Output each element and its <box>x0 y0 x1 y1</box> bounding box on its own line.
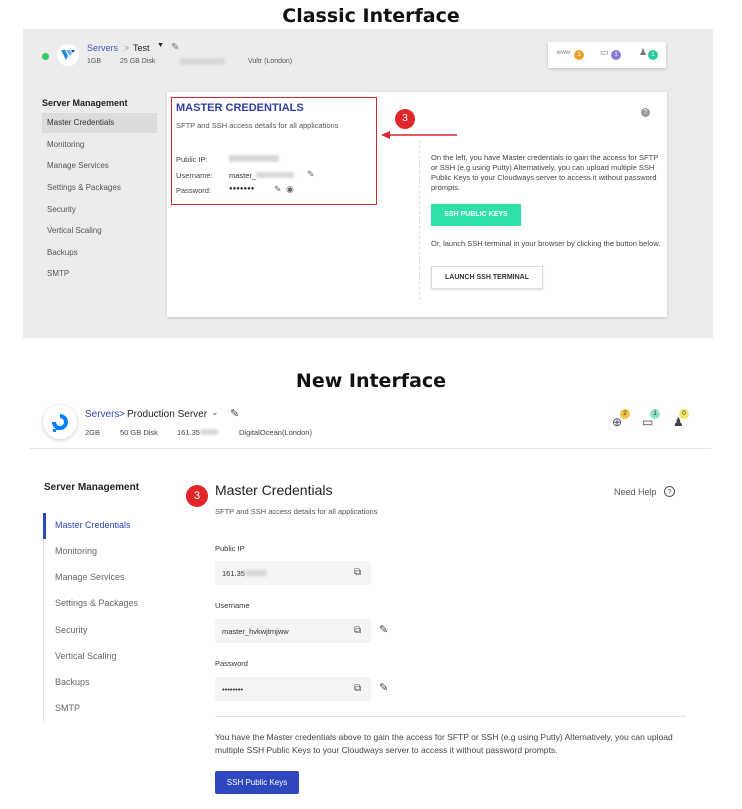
chevron-down-icon[interactable]: ⌄ <box>211 407 219 418</box>
terminal-description: Or, launch SSH terminal in your browser … <box>431 239 661 248</box>
sidebar-item-security[interactable]: Security <box>55 625 88 635</box>
panel-divider <box>215 716 686 717</box>
breadcrumb-servers[interactable]: Servers <box>87 43 118 53</box>
show-password-eye-icon[interactable]: ◉ <box>286 184 294 195</box>
server-ip: 161.35 <box>177 428 218 437</box>
username-label: Username: <box>176 171 213 180</box>
sidebar-item-settings-packages[interactable]: Settings & Packages <box>55 598 138 608</box>
sidebar-item-master-credentials[interactable]: Master Credentials <box>55 520 131 530</box>
edit-username-icon[interactable]: ✎ <box>307 169 315 180</box>
username-label: Username <box>215 601 250 610</box>
sidebar-item-vertical-scaling[interactable]: Vertical Scaling <box>42 221 157 241</box>
help-icon[interactable]: ? <box>641 108 650 117</box>
users-count-badge: 0 <box>679 409 689 419</box>
breadcrumb-separator: > <box>119 409 125 420</box>
classic-interface: Servers > Test ▼ ✎ 1GB 25 GB Disk Vultr … <box>23 29 713 338</box>
ssh-public-keys-button[interactable]: SSH Public Keys <box>215 771 299 794</box>
public-ip-label: Public IP: <box>176 155 208 164</box>
top-icons-bar: www 1 ▭ 1 ♟ 1 <box>548 42 666 68</box>
status-dot <box>42 53 49 60</box>
breadcrumb-servers[interactable]: Servers <box>85 409 119 420</box>
caret-down-icon[interactable]: ▼ <box>157 42 164 49</box>
sidebar-title: Server Management <box>44 482 140 493</box>
panel-subtitle: SFTP and SSH access details for all appl… <box>215 507 378 516</box>
apps-count-badge: 1 <box>574 50 584 60</box>
server-provider: Vultr (London) <box>248 58 293 65</box>
server-ram: 2GB <box>85 428 101 437</box>
credentials-description: You have the Master credentials above to… <box>215 732 673 755</box>
server-ip-blurred <box>180 58 225 67</box>
panel-title: Master Credentials <box>215 482 333 498</box>
sidebar-title: Server Management <box>42 98 128 108</box>
step-number-badge: 3 <box>395 109 415 129</box>
ssh-public-keys-button[interactable]: SSH PUBLIC KEYS <box>431 204 521 226</box>
apps-www-icon[interactable]: www <box>557 50 570 56</box>
new-section-title: New Interface <box>295 370 447 392</box>
edit-pencil-icon[interactable]: ✎ <box>171 42 179 53</box>
password-value: •••••••• <box>222 685 244 694</box>
password-value: ●●●●●●● <box>229 186 255 192</box>
username-value: master_hvkwjtmjww <box>222 627 289 636</box>
notifications-icon[interactable]: ▭ <box>600 47 609 58</box>
copy-public-ip-icon[interactable]: ⧉ <box>354 567 361 578</box>
sidebar-item-monitoring[interactable]: Monitoring <box>42 135 157 155</box>
credentials-panel: MASTER CREDENTIALS SFTP and SSH access d… <box>167 92 667 317</box>
copy-password-icon[interactable]: ⧉ <box>354 683 361 694</box>
sidebar-item-master-credentials[interactable]: Master Credentials <box>42 113 157 133</box>
apps-count-badge: 2 <box>620 409 630 419</box>
password-label: Password <box>215 659 248 668</box>
panel-title: MASTER CREDENTIALS <box>176 102 304 114</box>
sidebar-item-settings-packages[interactable]: Settings & Packages <box>42 178 157 198</box>
sidebar-item-smtp[interactable]: SMTP <box>42 264 157 284</box>
credentials-description: On the left, you have Master credentials… <box>431 153 659 192</box>
password-field[interactable]: •••••••• ⧉ <box>215 677 371 701</box>
server-provider: DigitalOcean(London) <box>239 428 312 437</box>
launch-ssh-terminal-button[interactable]: LAUNCH SSH TERMINAL <box>431 266 543 289</box>
sidebar-item-security[interactable]: Security <box>42 200 157 220</box>
edit-username-icon[interactable]: ✎ <box>379 623 388 636</box>
sidebar-rail <box>43 513 44 723</box>
server-name: Production Server <box>127 409 208 420</box>
digitalocean-logo-icon <box>43 405 77 439</box>
sidebar-item-manage-services[interactable]: Manage Services <box>55 572 125 582</box>
server-name: Test <box>133 43 150 53</box>
edit-password-icon[interactable]: ✎ <box>274 184 282 195</box>
server-ram: 1GB <box>87 58 102 65</box>
edit-password-icon[interactable]: ✎ <box>379 681 388 694</box>
files-count-badge: 1 <box>650 409 660 419</box>
public-ip-field[interactable]: 161.35 ⧉ <box>215 561 371 585</box>
step-number-badge: 3 <box>186 485 208 507</box>
username-field[interactable]: master_hvkwjtmjww ⧉ <box>215 619 371 643</box>
public-ip-blurred <box>229 155 279 164</box>
edit-pencil-icon[interactable]: ✎ <box>230 407 239 420</box>
public-ip-label: Public IP <box>215 544 245 553</box>
sidebar-item-monitoring[interactable]: Monitoring <box>55 546 97 556</box>
sidebar-item-vertical-scaling[interactable]: Vertical Scaling <box>55 651 117 661</box>
header-divider <box>30 448 711 449</box>
help-icon[interactable]: ? <box>664 486 675 497</box>
sidebar-active-indicator <box>43 513 46 539</box>
notifications-count-badge: 1 <box>611 50 621 60</box>
breadcrumb-separator: > <box>124 43 130 53</box>
need-help-link[interactable]: Need Help <box>614 487 657 497</box>
sidebar-item-backups[interactable]: Backups <box>55 677 90 687</box>
username-value: master_ <box>229 171 295 180</box>
panel-divider <box>419 140 420 300</box>
classic-section-title: Classic Interface <box>282 5 460 27</box>
pointer-arrow-icon <box>381 131 457 139</box>
sidebar-item-backups[interactable]: Backups <box>42 243 157 263</box>
copy-username-icon[interactable]: ⧉ <box>354 625 361 636</box>
sidebar-item-smtp[interactable]: SMTP <box>55 703 80 713</box>
sidebar-item-manage-services[interactable]: Manage Services <box>42 156 157 176</box>
public-ip-value: 161.35 <box>222 569 267 578</box>
password-label: Password: <box>176 186 212 195</box>
panel-subtitle: SFTP and SSH access details for all appl… <box>176 121 339 130</box>
users-count-badge: 1 <box>648 50 658 60</box>
server-disk: 50 GB Disk <box>120 428 158 437</box>
server-disk: 25 GB Disk <box>120 58 156 65</box>
users-icon[interactable]: ♟ <box>639 47 647 58</box>
vultr-logo-icon <box>57 44 79 66</box>
